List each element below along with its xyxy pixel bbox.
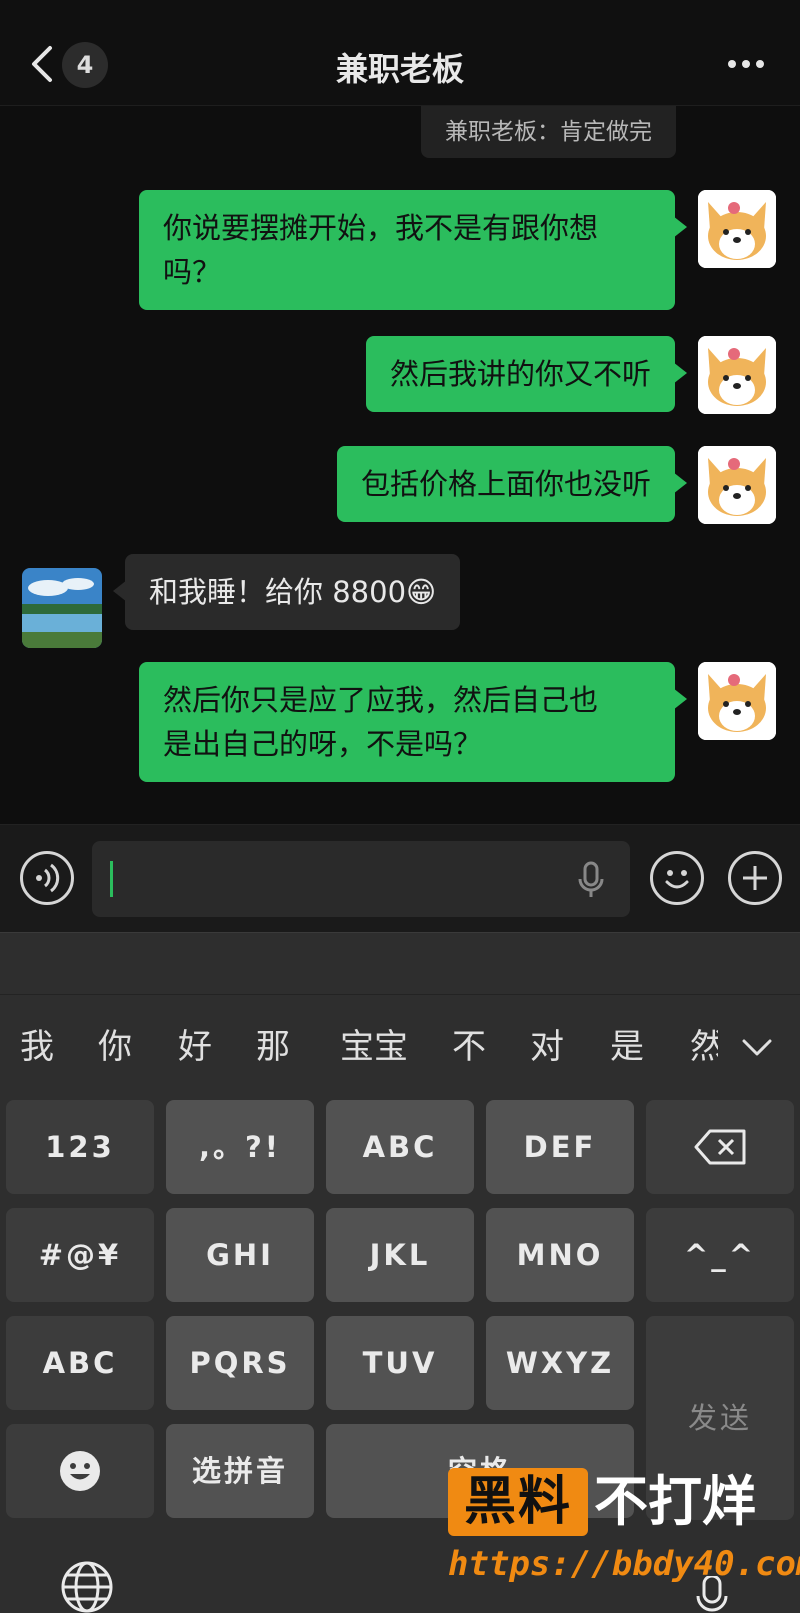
backspace-icon <box>694 1129 746 1165</box>
key-select-pinyin[interactable]: 选拼音 <box>166 1424 314 1518</box>
candidate-word[interactable]: 是 <box>610 1023 644 1071</box>
message-bubble-self[interactable]: 然后你只是应了应我，然后自己也 是出自己的呀，不是吗？ <box>139 662 687 782</box>
message-bubble-self[interactable]: 然后我讲的你又不听 <box>365 336 688 412</box>
key-abc[interactable]: ABC <box>326 1100 474 1194</box>
message-bubble-other[interactable]: 和我睡！给你 8800😁 <box>112 554 461 630</box>
backspace-key[interactable] <box>646 1100 794 1194</box>
candidate-word[interactable]: 然 <box>690 1023 718 1071</box>
voice-toggle-icon <box>36 863 60 893</box>
key-pqrs[interactable]: PQRS <box>166 1316 314 1410</box>
emoji-button[interactable] <box>650 851 704 905</box>
emoji-key[interactable] <box>6 1424 154 1518</box>
candidate-word[interactable]: 那 <box>256 1023 290 1071</box>
chat-title: 兼职老板 <box>335 50 464 88</box>
more-options-icon[interactable] <box>726 54 766 74</box>
key-tuv[interactable]: TUV <box>326 1316 474 1410</box>
voice-toggle-button[interactable] <box>20 851 74 905</box>
candidate-word[interactable]: 不 <box>452 1023 486 1071</box>
contact-avatar[interactable] <box>22 568 102 648</box>
candidate-word[interactable]: 宝宝 <box>340 1023 408 1071</box>
message-input[interactable] <box>92 841 630 917</box>
candidate-word[interactable]: 你 <box>98 1023 132 1071</box>
key-mno[interactable]: MNO <box>486 1208 634 1302</box>
key-emoticon[interactable]: ^_^ <box>646 1208 794 1302</box>
key-def[interactable]: DEF <box>486 1100 634 1194</box>
microphone-icon[interactable] <box>578 861 604 899</box>
key-jkl[interactable]: JKL <box>326 1208 474 1302</box>
message-list[interactable]: 兼职老板：肯定做完 你说要摆摊开始，我不是有跟你想 吗？ 然后我讲的你又不听 包… <box>0 106 800 824</box>
candidate-bar: 我 你 好 那 宝宝 不 对 是 然 <box>0 994 800 1100</box>
corgi-avatar-icon <box>698 446 776 524</box>
candidate-word[interactable]: 好 <box>178 1023 212 1071</box>
emoji-icon <box>665 870 689 889</box>
key-123[interactable]: 123 <box>6 1100 154 1194</box>
quoted-reply[interactable]: 兼职老板：肯定做完 <box>421 106 676 158</box>
plus-icon <box>743 866 767 890</box>
key-wxyz[interactable]: WXYZ <box>486 1316 634 1410</box>
self-avatar[interactable] <box>698 190 776 268</box>
text-caret <box>110 861 113 897</box>
landscape-avatar-icon <box>22 568 102 648</box>
corgi-avatar-icon <box>698 662 776 740</box>
watermark-brand-box: 黑料 <box>448 1468 588 1536</box>
smiley-icon <box>60 1451 100 1491</box>
self-avatar[interactable] <box>698 662 776 740</box>
self-avatar[interactable] <box>698 336 776 414</box>
candidate-word[interactable]: 对 <box>530 1023 564 1071</box>
keyboard-toolbar <box>0 932 800 994</box>
corgi-avatar-icon <box>698 190 776 268</box>
key-punctuation[interactable]: ,。?! <box>166 1100 314 1194</box>
key-ghi[interactable]: GHI <box>166 1208 314 1302</box>
watermark: 黑料 不打烊 https://bbdy40.com <box>448 1468 800 1613</box>
candidate-word[interactable]: 我 <box>20 1023 54 1071</box>
message-bubble-self[interactable]: 包括价格上面你也没听 <box>336 446 688 522</box>
key-abc-mode[interactable]: ABC <box>6 1316 154 1410</box>
plus-button[interactable] <box>728 851 782 905</box>
key-symbols[interactable]: #@¥ <box>6 1208 154 1302</box>
chevron-down-icon[interactable] <box>740 1035 774 1059</box>
message-bubble-self[interactable]: 你说要摆摊开始，我不是有跟你想 吗？ <box>139 190 687 310</box>
corgi-avatar-icon <box>698 336 776 414</box>
watermark-brand-text: 不打烊 <box>594 1470 756 1533</box>
message-input-bar <box>0 824 800 932</box>
chat-header: 4 兼职老板 <box>0 0 800 106</box>
watermark-url: https://bbdy40.com <box>448 1544 800 1584</box>
self-avatar[interactable] <box>698 446 776 524</box>
globe-icon[interactable] <box>60 1560 114 1613</box>
